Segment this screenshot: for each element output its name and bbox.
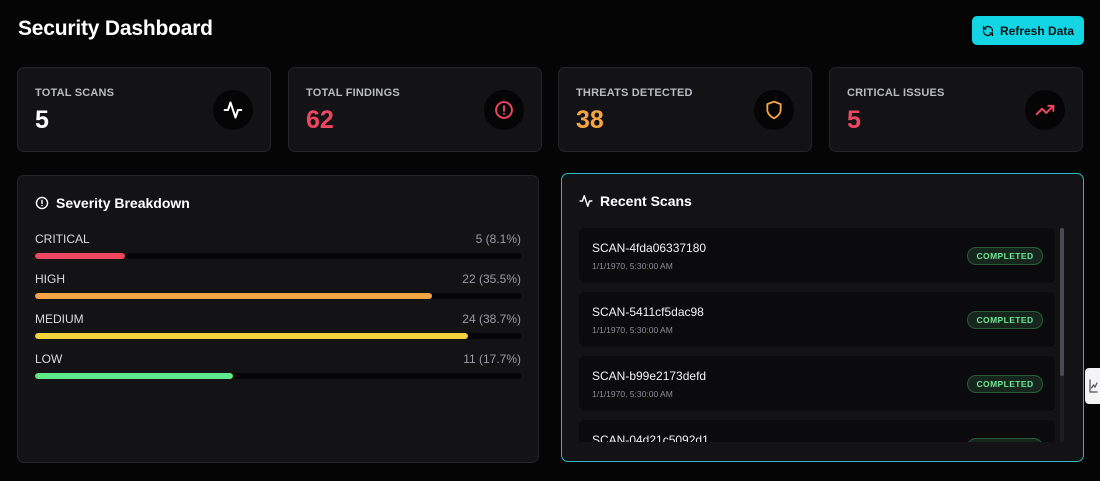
scan-list-item[interactable]: SCAN-4fda06337180 1/1/1970, 5:30:00 AM C… — [579, 228, 1055, 283]
severity-bar-track — [35, 253, 521, 259]
severity-bar-track — [35, 293, 521, 299]
severity-bar-fill — [35, 253, 126, 259]
scan-id: SCAN-5411cf5dac98 — [592, 305, 704, 319]
severity-name: HIGH — [35, 272, 65, 286]
stat-value: 5 — [35, 106, 49, 134]
shield-icon — [754, 90, 794, 130]
scan-list-item[interactable]: SCAN-5411cf5dac98 1/1/1970, 5:30:00 AM C… — [579, 292, 1055, 347]
status-badge — [967, 438, 1043, 442]
alert-circle-icon — [35, 196, 49, 210]
stat-card-total-scans: TOTAL SCANS 5 — [17, 67, 271, 152]
scan-id: SCAN-04d21c5092d1 — [592, 433, 709, 442]
stat-value: 62 — [306, 106, 334, 134]
alert-circle-icon — [484, 90, 524, 130]
severity-name: MEDIUM — [35, 312, 84, 326]
stat-label: TOTAL SCANS — [35, 87, 115, 99]
severity-name: LOW — [35, 352, 63, 366]
trending-up-icon — [1025, 90, 1065, 130]
severity-row-critical: CRITICAL 5 (8.1%) — [35, 232, 521, 259]
activity-icon — [579, 194, 593, 208]
severity-name: CRITICAL — [35, 232, 90, 246]
dashboard-page: Security Dashboard Refresh Data TOTAL SC… — [0, 0, 1100, 481]
severity-row-medium: MEDIUM 24 (38.7%) — [35, 312, 521, 339]
severity-breakdown-panel: Severity Breakdown CRITICAL 5 (8.1%) HIG… — [17, 175, 539, 463]
stat-value: 38 — [576, 106, 604, 134]
recent-scans-title-text: Recent Scans — [600, 193, 692, 209]
stat-label: TOTAL FINDINGS — [306, 87, 400, 99]
severity-bar-fill — [35, 373, 233, 379]
refresh-button-label: Refresh Data — [999, 23, 1075, 38]
status-badge: COMPLETED — [967, 375, 1043, 393]
scrollbar-thumb[interactable] — [1060, 228, 1064, 376]
scan-list-item[interactable]: SCAN-b99e2173defd 1/1/1970, 5:30:00 AM C… — [579, 356, 1055, 411]
severity-bar-fill — [35, 333, 468, 339]
severity-row-low: LOW 11 (17.7%) — [35, 352, 521, 379]
scan-timestamp: 1/1/1970, 5:30:00 AM — [592, 389, 673, 399]
activity-icon — [213, 90, 253, 130]
severity-bar-fill — [35, 293, 432, 299]
severity-row-high: HIGH 22 (35.5%) — [35, 272, 521, 299]
status-badge: COMPLETED — [967, 247, 1043, 265]
stat-label: THREATS DETECTED — [576, 87, 693, 99]
status-badge: COMPLETED — [967, 311, 1043, 329]
recent-scans-panel: Recent Scans SCAN-4fda06337180 1/1/1970,… — [561, 173, 1084, 462]
severity-bar-track — [35, 373, 521, 379]
refresh-data-button[interactable]: Refresh Data — [972, 16, 1084, 45]
severity-count: 11 (17.7%) — [463, 352, 521, 366]
scan-timestamp: 1/1/1970, 5:30:00 AM — [592, 325, 673, 335]
stat-label: CRITICAL ISSUES — [847, 87, 945, 99]
scan-timestamp: 1/1/1970, 5:30:00 AM — [592, 261, 673, 271]
severity-panel-title: Severity Breakdown — [35, 195, 190, 211]
scan-id: SCAN-b99e2173defd — [592, 369, 707, 383]
severity-bar-track — [35, 333, 521, 339]
recent-scans-title: Recent Scans — [579, 193, 692, 209]
stat-value: 5 — [847, 106, 861, 134]
scan-list-item[interactable]: SCAN-04d21c5092d1 — [579, 420, 1055, 442]
refresh-icon — [982, 25, 994, 37]
scans-scrollbar[interactable] — [1060, 228, 1064, 442]
stat-card-critical-issues: CRITICAL ISSUES 5 — [829, 67, 1083, 152]
severity-count: 5 (8.1%) — [475, 232, 521, 246]
scan-id: SCAN-4fda06337180 — [592, 241, 707, 255]
severity-count: 24 (38.7%) — [462, 312, 521, 326]
stat-card-total-findings: TOTAL FINDINGS 62 — [288, 67, 542, 152]
severity-count: 22 (35.5%) — [462, 272, 521, 286]
page-title: Security Dashboard — [18, 17, 213, 40]
chart-line-icon — [1088, 379, 1098, 393]
side-panel-toggle[interactable] — [1085, 368, 1100, 404]
severity-title-text: Severity Breakdown — [56, 195, 190, 211]
recent-scans-list[interactable]: SCAN-4fda06337180 1/1/1970, 5:30:00 AM C… — [579, 228, 1055, 442]
stat-card-threats-detected: THREATS DETECTED 38 — [558, 67, 812, 152]
